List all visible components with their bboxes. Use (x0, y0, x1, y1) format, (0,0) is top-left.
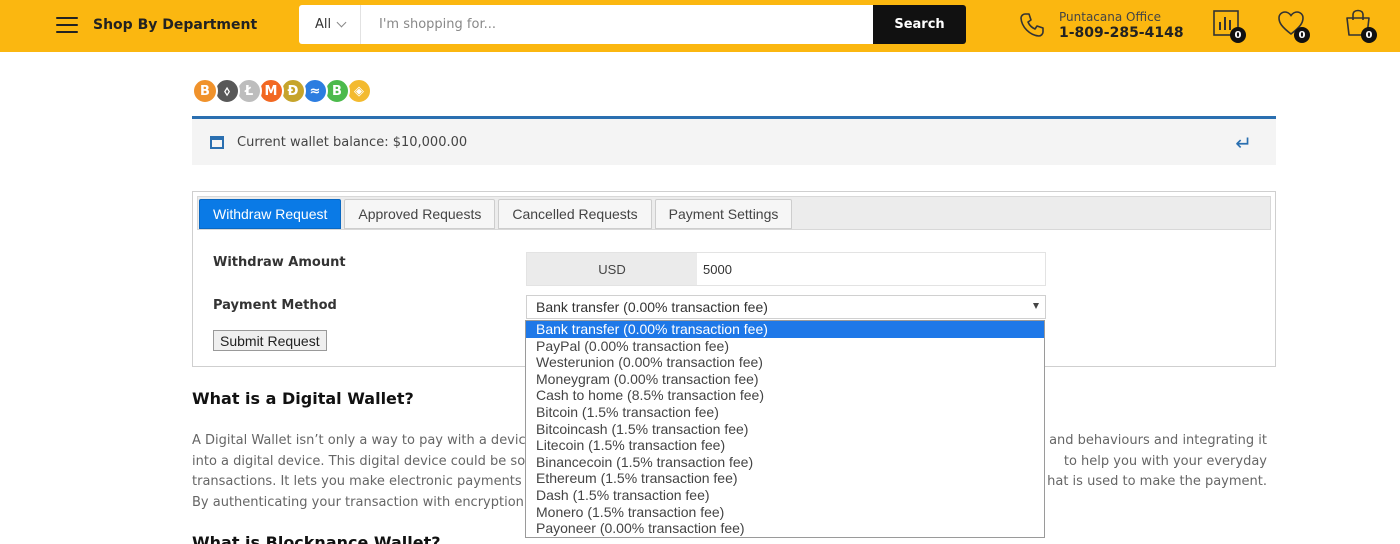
article-heading-digital-wallet: What is a Digital Wallet? (192, 389, 414, 408)
phone-number: 1-809-285-4148 (1059, 25, 1184, 41)
cart-count-badge: 0 (1361, 27, 1377, 43)
tab-payment-settings[interactable]: Payment Settings (654, 199, 793, 229)
payment-option[interactable]: Dash (1.5% transaction fee) (526, 487, 1044, 504)
chevron-down-icon (336, 17, 347, 28)
paragraph-line: transactions. It lets you make electroni… (192, 474, 537, 489)
payment-option[interactable]: Cash to home (8.5% transaction fee) (526, 387, 1044, 404)
hamburger-menu-icon (56, 17, 78, 33)
tab-cancelled-requests[interactable]: Cancelled Requests (498, 199, 652, 229)
payment-method-select[interactable]: Bank transfer (0.00% transaction fee) (526, 295, 1046, 319)
cart-button[interactable]: 0 (1343, 8, 1377, 43)
search-button[interactable]: Search (873, 5, 966, 44)
article-heading-blocknance: What is Blocknance Wallet? (192, 533, 441, 544)
shop-by-department-label: Shop By Department (93, 17, 258, 33)
submit-request-button[interactable]: Submit Request (213, 330, 327, 351)
payment-option[interactable]: Binancecoin (1.5% transaction fee) (526, 454, 1044, 471)
tab-bar: Withdraw Request Approved Requests Cancell… (197, 196, 1271, 230)
payment-option[interactable]: Ethereum (1.5% transaction fee) (526, 470, 1044, 487)
phone-contact: Puntacana Office 1-809-285-4148 (1018, 9, 1184, 41)
paragraph-line-end: hat is used to make the payment. (1047, 474, 1267, 489)
return-arrow-icon[interactable]: ↵ (1235, 131, 1252, 155)
payment-option[interactable]: PayPal (0.00% transaction fee) (526, 338, 1044, 355)
tab-withdraw-request[interactable]: Withdraw Request (199, 199, 342, 229)
withdraw-amount-input[interactable] (697, 253, 1045, 285)
top-header: Shop By Department All Search Puntacana … (0, 0, 1400, 52)
crypto-coin-icon: B (192, 78, 218, 104)
payment-option[interactable]: Bitcoincash (1.5% transaction fee) (526, 421, 1044, 438)
payment-option[interactable]: Moneygram (0.00% transaction fee) (526, 371, 1044, 388)
paragraph-line: By authenticating your transaction with … (192, 494, 538, 510)
compare-button[interactable]: 0 (1212, 8, 1246, 43)
payment-option[interactable]: Payoneer (0.00% transaction fee) (526, 520, 1044, 537)
search-category-value: All (315, 17, 332, 32)
search-bar: All Search (299, 5, 966, 44)
wallet-balance-text: Current wallet balance: $10,000.00 (237, 134, 468, 150)
payment-option[interactable]: Westerunion (0.00% transaction fee) (526, 354, 1044, 371)
shop-by-department-button[interactable]: Shop By Department (56, 12, 257, 38)
payment-method-label: Payment Method (213, 298, 337, 313)
paragraph-line-end: to help you with your everyday (1063, 453, 1267, 469)
tab-approved-requests[interactable]: Approved Requests (344, 199, 496, 229)
paragraph-line-end: and behaviours and integrating it (1049, 433, 1267, 448)
currency-addon: USD (527, 253, 697, 285)
payment-method-selected: Bank transfer (0.00% transaction fee) (536, 299, 768, 315)
search-category-select[interactable]: All (299, 5, 361, 44)
wishlist-button[interactable]: 0 (1276, 8, 1310, 43)
wishlist-count-badge: 0 (1294, 27, 1310, 43)
payment-method-dropdown-list: Bank transfer (0.00% transaction fee) Pay… (525, 320, 1045, 538)
withdraw-amount-label: Withdraw Amount (213, 255, 346, 270)
withdraw-amount-group: USD (526, 252, 1046, 286)
payment-option[interactable]: Bitcoin (1.5% transaction fee) (526, 404, 1044, 421)
caret-down-icon (1033, 303, 1039, 309)
paragraph-line: A Digital Wallet isn’t only a way to pay… (192, 433, 538, 448)
phone-icon (1020, 13, 1044, 37)
paragraph-line: into a digital device. This digital devi… (192, 453, 538, 469)
wallet-balance-bar: Current wallet balance: $10,000.00 ↵ (192, 116, 1276, 165)
phone-office-label: Puntacana Office (1059, 10, 1162, 24)
payment-option[interactable]: Monero (1.5% transaction fee) (526, 504, 1044, 521)
compare-count-badge: 0 (1230, 27, 1246, 43)
crypto-logos: B ⬨ Ł M Ð ≈ B ◈ (192, 78, 372, 104)
wallet-window-icon (210, 135, 224, 149)
payment-option[interactable]: Litecoin (1.5% transaction fee) (526, 437, 1044, 454)
search-input[interactable] (361, 5, 873, 44)
payment-option[interactable]: Bank transfer (0.00% transaction fee) (526, 321, 1044, 338)
